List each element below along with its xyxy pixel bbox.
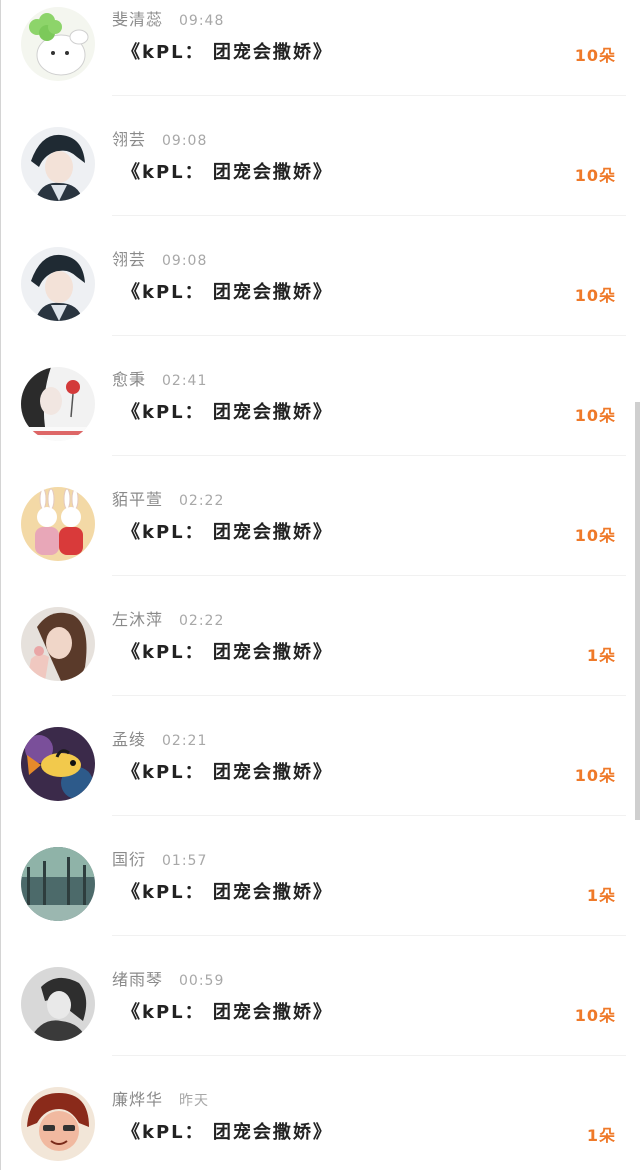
gift-count: 10朵 <box>574 166 616 185</box>
rainy-street-avatar-icon[interactable] <box>21 847 95 921</box>
message-text: 《kPL： 团宠会撒娇》 <box>122 1122 333 1143</box>
message-time: 02:22 <box>179 613 225 629</box>
name-time-line: 廉烨华 昨天 <box>112 1086 209 1110</box>
gift-count: 1朵 <box>586 886 616 905</box>
message-time: 02:21 <box>162 733 208 749</box>
name-time-line: 左沐萍 02:22 <box>112 606 224 630</box>
user-name[interactable]: 国衍 <box>112 846 146 870</box>
gift-count: 10朵 <box>574 46 616 65</box>
user-name[interactable]: 貊平萱 <box>112 486 163 510</box>
user-name[interactable]: 孟绫 <box>112 726 146 750</box>
user-name[interactable]: 绪雨琴 <box>112 966 163 990</box>
name-time-line: 愈秉 02:41 <box>112 366 207 390</box>
name-time-line: 翎芸 09:08 <box>112 126 207 150</box>
user-name[interactable]: 廉烨华 <box>112 1086 163 1110</box>
anime-boy-avatar-icon[interactable] <box>21 247 95 321</box>
gift-count: 10朵 <box>574 766 616 785</box>
user-name[interactable]: 愈秉 <box>112 366 146 390</box>
list-item[interactable]: 貊平萱 02:22 《kPL： 团宠会撒娇》 10朵 <box>0 456 640 576</box>
name-time-line: 孟绫 02:21 <box>112 726 207 750</box>
message-time: 09:08 <box>162 133 208 149</box>
name-time-line: 斐清蕊 09:48 <box>112 6 224 30</box>
woman-portrait-avatar-icon[interactable] <box>21 607 95 681</box>
message-time: 01:57 <box>162 853 208 869</box>
list-item[interactable]: 廉烨华 昨天 《kPL： 团宠会撒娇》 1朵 <box>0 1056 640 1176</box>
message-text: 《kPL： 团宠会撒娇》 <box>122 162 333 183</box>
gift-count: 10朵 <box>574 286 616 305</box>
list-item[interactable]: 国衍 01:57 《kPL： 团宠会撒娇》 1朵 <box>0 816 640 936</box>
list-item[interactable]: 翎芸 09:08 《kPL： 团宠会撒娇》 10朵 <box>0 96 640 216</box>
message-time: 昨天 <box>179 1093 210 1109</box>
message-time: 02:41 <box>162 373 208 389</box>
list-item[interactable]: 左沐萍 02:22 《kPL： 团宠会撒娇》 1朵 <box>0 576 640 696</box>
message-text: 《kPL： 团宠会撒娇》 <box>122 642 333 663</box>
name-time-line: 国衍 01:57 <box>112 846 207 870</box>
name-time-line: 貊平萱 02:22 <box>112 486 224 510</box>
user-name[interactable]: 斐清蕊 <box>112 6 163 30</box>
colorful-fish-avatar-icon[interactable] <box>21 727 95 801</box>
list-item[interactable]: 斐清蕊 09:48 《kPL： 团宠会撒娇》 10朵 <box>0 0 640 96</box>
message-text: 《kPL： 团宠会撒娇》 <box>122 762 333 783</box>
message-time: 09:08 <box>162 253 208 269</box>
user-name[interactable]: 翎芸 <box>112 126 146 150</box>
anime-boy-avatar-icon[interactable] <box>21 127 95 201</box>
user-name[interactable]: 翎芸 <box>112 246 146 270</box>
message-time: 09:48 <box>179 13 225 29</box>
gift-count: 1朵 <box>586 1126 616 1145</box>
gift-count: 1朵 <box>586 646 616 665</box>
gift-count: 10朵 <box>574 406 616 425</box>
message-time: 02:22 <box>179 493 225 509</box>
message-list: 斐清蕊 09:48 《kPL： 团宠会撒娇》 10朵 翎芸 09:08 《kPL… <box>0 0 640 1176</box>
list-item[interactable]: 绪雨琴 00:59 《kPL： 团宠会撒娇》 10朵 <box>0 936 640 1056</box>
gift-count: 10朵 <box>574 1006 616 1025</box>
message-text: 《kPL： 团宠会撒娇》 <box>122 522 333 543</box>
list-item[interactable]: 翎芸 09:08 《kPL： 团宠会撒娇》 10朵 <box>0 216 640 336</box>
bunny-dolls-avatar-icon[interactable] <box>21 487 95 561</box>
list-item[interactable]: 孟绫 02:21 《kPL： 团宠会撒娇》 10朵 <box>0 696 640 816</box>
message-text: 《kPL： 团宠会撒娇》 <box>122 402 333 423</box>
girl-with-flower-avatar-icon[interactable] <box>21 367 95 441</box>
gift-count: 10朵 <box>574 526 616 545</box>
bw-woman-avatar-icon[interactable] <box>21 967 95 1041</box>
message-time: 00:59 <box>179 973 225 989</box>
name-time-line: 翎芸 09:08 <box>112 246 207 270</box>
cartoon-red-hair-avatar-icon[interactable] <box>21 1087 95 1161</box>
user-name[interactable]: 左沐萍 <box>112 606 163 630</box>
message-text: 《kPL： 团宠会撒娇》 <box>122 1002 333 1023</box>
scrollbar[interactable] <box>635 402 640 820</box>
message-text: 《kPL： 团宠会撒娇》 <box>122 882 333 903</box>
message-text: 《kPL： 团宠会撒娇》 <box>122 282 333 303</box>
list-item[interactable]: 愈秉 02:41 《kPL： 团宠会撒娇》 10朵 <box>0 336 640 456</box>
cartoon-bear-clover-avatar-icon[interactable] <box>21 7 95 81</box>
message-text: 《kPL： 团宠会撒娇》 <box>122 42 333 63</box>
name-time-line: 绪雨琴 00:59 <box>112 966 224 990</box>
